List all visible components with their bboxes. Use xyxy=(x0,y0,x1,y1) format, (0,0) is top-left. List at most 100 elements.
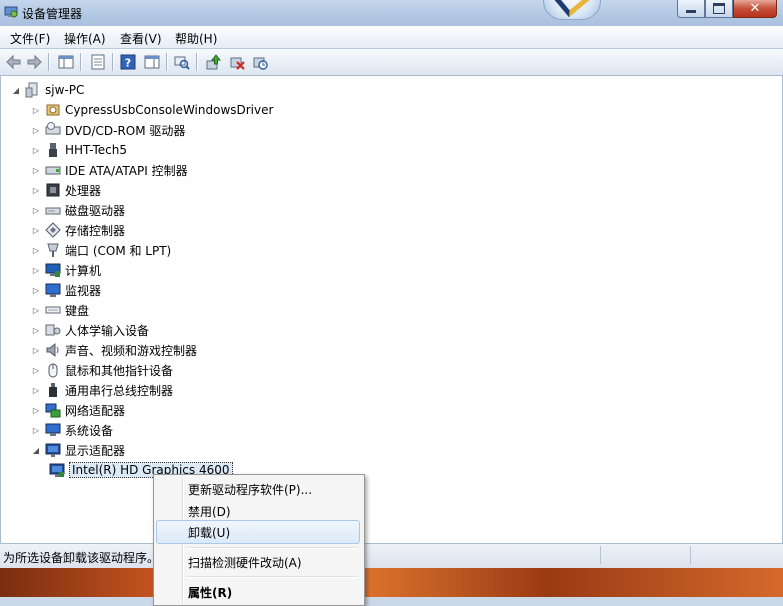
expand-icon[interactable]: ▷ xyxy=(31,366,41,375)
tree-root[interactable]: ◢ sjw-PC xyxy=(11,80,84,100)
tree-category-item[interactable]: ▷ 人体学输入设备 xyxy=(31,320,149,340)
processor-icon xyxy=(45,182,61,198)
expand-icon[interactable]: ▷ xyxy=(31,406,41,415)
tree-category-item[interactable]: ▷ 处理器 xyxy=(31,180,101,200)
tree-category-label: 端口 (COM 和 LPT) xyxy=(65,243,172,258)
tree-category-label: 监视器 xyxy=(65,283,102,298)
device-tree: ◢ sjw-PC ▷ CypressUsbConsoleWindowsDriver… xyxy=(0,76,783,543)
collapse-icon[interactable]: ◢ xyxy=(31,446,41,455)
menu-action[interactable]: 操作(A) xyxy=(64,30,106,47)
expand-icon[interactable]: ▷ xyxy=(31,226,41,235)
expand-icon[interactable]: ▷ xyxy=(31,146,41,155)
tree-category-item[interactable]: ▷ HHT-Tech5 xyxy=(31,140,127,160)
expand-icon[interactable]: ▷ xyxy=(31,246,41,255)
tree-category-label: HHT-Tech5 xyxy=(65,143,128,157)
tree-root-label: sjw-PC xyxy=(45,83,85,97)
close-button[interactable]: ✕ xyxy=(733,0,777,18)
expand-icon[interactable]: ▷ xyxy=(31,186,41,195)
help-icon[interactable]: ? xyxy=(118,52,138,72)
desktop-background xyxy=(0,568,783,597)
tree-category-item[interactable]: ◢ 显示适配器 xyxy=(31,440,125,460)
expand-icon[interactable]: ▷ xyxy=(31,126,41,135)
ctx-disable[interactable]: 禁用(D) xyxy=(156,499,360,521)
expand-icon[interactable]: ▷ xyxy=(31,166,41,175)
collapse-icon[interactable]: ◢ xyxy=(11,86,21,95)
keyboard-icon xyxy=(45,302,61,318)
context-menu: 更新驱动程序软件(P)... 禁用(D) 卸载(U) 扫描检测硬件改动(A) 属… xyxy=(153,474,365,606)
forward-icon[interactable] xyxy=(24,52,44,72)
tree-category-item[interactable]: ▷ 磁盘驱动器 xyxy=(31,200,125,220)
tree-category-item[interactable]: ▷ 存储控制器 xyxy=(31,220,125,240)
expand-icon[interactable]: ▷ xyxy=(31,306,41,315)
tree-category-item[interactable]: ▷ 通用串行总线控制器 xyxy=(31,380,173,400)
dvd-drive-icon xyxy=(45,122,61,138)
tree-category-item[interactable]: ▷ 监视器 xyxy=(31,280,101,300)
back-icon[interactable] xyxy=(4,52,24,72)
network-adapter-icon xyxy=(45,402,61,418)
tree-category-label: 鼠标和其他指针设备 xyxy=(65,363,174,378)
properties-icon[interactable] xyxy=(88,52,108,72)
display-adapter-icon xyxy=(45,442,61,458)
tree-category-label: DVD/CD-ROM 驱动器 xyxy=(65,123,186,138)
update-driver-icon[interactable] xyxy=(203,52,223,72)
tree-category-label: 声音、视频和游戏控制器 xyxy=(65,343,198,358)
tree-category-label: 键盘 xyxy=(65,303,90,318)
title-bar: 设备管理器 ✕ xyxy=(0,0,783,26)
menu-file[interactable]: 文件(F) xyxy=(10,30,50,47)
ctx-uninstall[interactable]: 卸载(U) xyxy=(156,520,360,544)
maximize-button[interactable] xyxy=(705,0,733,18)
tree-category-item[interactable]: ▷ 端口 (COM 和 LPT) xyxy=(31,240,171,260)
windows-logo-icon xyxy=(543,0,601,20)
tree-category-label: 人体学输入设备 xyxy=(65,323,150,338)
expand-icon[interactable]: ▷ xyxy=(31,386,41,395)
tree-category-label: 网络适配器 xyxy=(65,403,126,418)
tree-category-item[interactable]: ▷ CypressUsbConsoleWindowsDriver xyxy=(31,100,274,120)
disable-device-icon[interactable] xyxy=(250,52,270,72)
monitor-icon xyxy=(45,282,61,298)
uninstall-device-icon[interactable] xyxy=(227,52,247,72)
storage-controller-icon xyxy=(45,222,61,238)
tree-category-item[interactable]: ▷ IDE ATA/ATAPI 控制器 xyxy=(31,160,188,180)
expand-icon[interactable]: ▷ xyxy=(31,206,41,215)
tree-category-item[interactable]: ▷ DVD/CD-ROM 驱动器 xyxy=(31,120,185,140)
menu-view[interactable]: 查看(V) xyxy=(120,30,162,47)
expand-icon[interactable]: ▷ xyxy=(31,426,41,435)
tree-category-item[interactable]: ▷ 网络适配器 xyxy=(31,400,125,420)
show-action-pane-icon[interactable] xyxy=(142,52,162,72)
tree-category-label: 计算机 xyxy=(65,263,102,278)
ctx-scan-hardware[interactable]: 扫描检测硬件改动(A) xyxy=(156,550,360,572)
tree-category-label: 通用串行总线控制器 xyxy=(65,383,174,398)
usb-driver-icon xyxy=(45,102,61,118)
scan-hardware-icon[interactable] xyxy=(172,52,192,72)
menu-bar: 文件(F) 操作(A) 查看(V) 帮助(H) xyxy=(0,26,783,49)
tree-category-item[interactable]: ▷ 鼠标和其他指针设备 xyxy=(31,360,173,380)
svg-text:?: ? xyxy=(125,57,131,70)
tree-category-item[interactable]: ▷ 声音、视频和游戏控制器 xyxy=(31,340,197,360)
tree-category-item[interactable]: ▷ 计算机 xyxy=(31,260,101,280)
port-icon xyxy=(45,242,61,258)
tree-category-label: 显示适配器 xyxy=(65,443,126,458)
tree-category-item[interactable]: ▷ 键盘 xyxy=(31,300,89,320)
menu-help[interactable]: 帮助(H) xyxy=(175,30,217,47)
expand-icon[interactable]: ▷ xyxy=(31,266,41,275)
speaker-icon xyxy=(45,342,61,358)
ctx-properties[interactable]: 属性(R) xyxy=(156,580,360,602)
minimize-button[interactable] xyxy=(677,0,705,18)
tree-category-label: IDE ATA/ATAPI 控制器 xyxy=(65,163,188,178)
hid-icon xyxy=(45,322,61,338)
mouse-icon xyxy=(45,362,61,378)
computer-icon xyxy=(45,262,61,278)
expand-icon[interactable]: ▷ xyxy=(31,286,41,295)
status-bar: 为所选设备卸载该驱动程序。 xyxy=(0,543,783,568)
expand-icon[interactable]: ▷ xyxy=(31,106,41,115)
usb-controller-icon xyxy=(45,382,61,398)
expand-icon[interactable]: ▷ xyxy=(31,326,41,335)
tree-category-label: 处理器 xyxy=(65,183,102,198)
device-manager-icon xyxy=(4,5,18,19)
ide-controller-icon xyxy=(45,162,61,178)
tree-category-label: 系统设备 xyxy=(65,423,114,438)
tree-category-item[interactable]: ▷ 系统设备 xyxy=(31,420,113,440)
ctx-update-driver[interactable]: 更新驱动程序软件(P)... xyxy=(156,477,360,499)
show-hide-console-tree-icon[interactable] xyxy=(56,52,76,72)
expand-icon[interactable]: ▷ xyxy=(31,346,41,355)
